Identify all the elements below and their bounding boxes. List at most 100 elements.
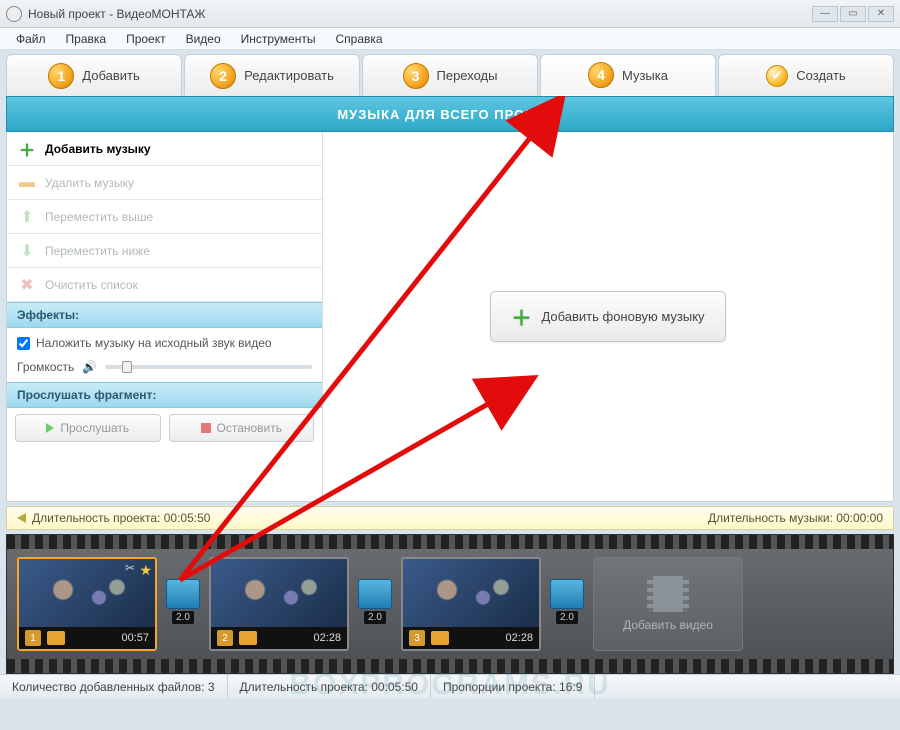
volume-row: Громкость 🔊 [17,360,312,374]
clip-index: 3 [409,630,425,646]
window-buttons: — ▭ ✕ [812,6,894,22]
overlay-checkbox-row[interactable]: Наложить музыку на исходный звук видео [17,336,312,350]
clip-time: 00:57 [121,632,149,644]
transition-duration: 2.0 [556,611,578,624]
transition-3[interactable]: 2.0 [549,579,585,629]
effects-header: Эффекты: [7,302,322,328]
transition-duration: 2.0 [172,611,194,624]
edit-icon[interactable] [431,631,449,645]
status-aspect-label: Пропорции проекта: [443,680,556,694]
status-duration-label: Длительность проекта: [240,680,368,694]
move-down-button[interactable]: ⬇ Переместить ниже [7,234,322,268]
status-files-value: 3 [208,680,215,694]
delete-music-button[interactable]: ▬ Удалить музыку [7,166,322,200]
transition-duration: 2.0 [364,611,386,624]
menu-project[interactable]: Проект [116,32,176,46]
menu-tools[interactable]: Инструменты [231,32,326,46]
clip-1[interactable]: ✂ ★ 1 00:57 [17,557,157,651]
speaker-icon: 🔊 [82,360,97,374]
arrow-left-icon [17,513,26,523]
clip-bar: 1 00:57 [19,627,155,649]
timeline: ✂ ★ 1 00:57 2.0 2 02:28 2.0 3 02:28 [6,534,894,674]
overlay-checkbox[interactable] [17,337,30,350]
clip-time: 02:28 [313,632,341,644]
play-icon [46,423,54,433]
clip-time: 02:28 [505,632,533,644]
music-drop-area: ＋ Добавить фоновую музыку [323,132,893,501]
arrow-down-icon: ⬇ [17,241,37,261]
volume-thumb[interactable] [122,361,132,373]
transition-2[interactable]: 2.0 [357,579,393,629]
tab-add[interactable]: 1Добавить [6,54,182,96]
app-icon [6,6,22,22]
tab-create[interactable]: ✔ Создать [718,54,894,96]
transition-1[interactable]: 2.0 [165,579,201,629]
volume-label: Громкость [17,360,74,374]
move-up-button[interactable]: ⬆ Переместить выше [7,200,322,234]
edit-icon[interactable] [47,631,65,645]
menu-video[interactable]: Видео [176,32,231,46]
folder-icon: ▬ [17,173,37,193]
tab-music-label: Музыка [622,68,668,83]
clip-index: 2 [217,630,233,646]
status-files-label: Количество добавленных файлов: [12,680,204,694]
overlay-label: Наложить музыку на исходный звук видео [36,336,272,350]
workarea: ＋ Добавить музыку ▬ Удалить музыку ⬆ Пер… [6,132,894,502]
volume-slider[interactable] [105,365,312,369]
star-icon: ★ [139,562,152,579]
transition-icon [550,579,584,609]
menu-help[interactable]: Справка [325,32,392,46]
clip-2[interactable]: 2 02:28 [209,557,349,651]
tab-create-label: Создать [796,68,845,83]
tab-edit-label: Редактировать [244,68,334,83]
tab-music[interactable]: 4 Музыка [540,54,716,96]
close-button[interactable]: ✕ [868,6,894,22]
film-icon [647,576,689,612]
stop-icon [201,423,211,433]
step-4-icon: 4 [588,62,614,88]
step-2-icon: 2 [210,63,236,89]
clip-index: 1 [25,630,41,646]
stop-button[interactable]: Остановить [169,414,315,442]
clip-bar: 3 02:28 [403,627,539,649]
arrow-up-icon: ⬆ [17,207,37,227]
status-files: Количество добавленных файлов: 3 [0,675,228,698]
add-bg-music-label: Добавить фоновую музыку [541,309,704,324]
effects-body: Наложить музыку на исходный звук видео Г… [7,328,322,382]
status-duration-value: 00:05:50 [371,680,418,694]
duration-bar: Длительность проекта: 00:05:50 Длительно… [6,506,894,530]
clear-list-button[interactable]: ✖ Очистить список [7,268,322,302]
play-label: Прослушать [60,421,129,435]
plus-icon: ＋ [17,139,37,159]
x-icon: ✖ [17,275,37,295]
filmstrip-bottom [7,659,893,673]
status-duration: Длительность проекта: 00:05:50 [228,675,431,698]
status-aspect: Пропорции проекта: 16:9 [431,675,595,698]
clip-3[interactable]: 3 02:28 [401,557,541,651]
clip-thumbnail [403,559,539,629]
scissors-icon: ✂ [125,561,135,575]
step-3-icon: 3 [403,63,429,89]
tab-transitions[interactable]: 3 Переходы [362,54,538,96]
preview-buttons: Прослушать Остановить [7,408,322,448]
check-icon: ✔ [766,65,788,87]
plus-icon: ＋ [511,302,531,331]
menu-file[interactable]: Файл [6,32,56,46]
add-music-button[interactable]: ＋ Добавить музыку [7,132,322,166]
titlebar: Новый проект - ВидеоМОНТАЖ — ▭ ✕ [0,0,900,28]
minimize-button[interactable]: — [812,6,838,22]
add-video-button[interactable]: Добавить видео [593,557,743,651]
tab-edit[interactable]: 2 Редактировать [184,54,360,96]
clips-row: ✂ ★ 1 00:57 2.0 2 02:28 2.0 3 02:28 [17,555,883,653]
edit-icon[interactable] [239,631,257,645]
clear-list-label: Очистить список [45,278,138,292]
tab-transitions-label: Переходы [437,68,498,83]
step-1-icon: 1 [48,63,74,89]
maximize-button[interactable]: ▭ [840,6,866,22]
move-down-label: Переместить ниже [45,244,150,258]
stop-label: Остановить [217,421,283,435]
menu-edit[interactable]: Правка [56,32,117,46]
play-button[interactable]: Прослушать [15,414,161,442]
delete-music-label: Удалить музыку [45,176,134,190]
add-bg-music-button[interactable]: ＋ Добавить фоновую музыку [490,291,725,342]
